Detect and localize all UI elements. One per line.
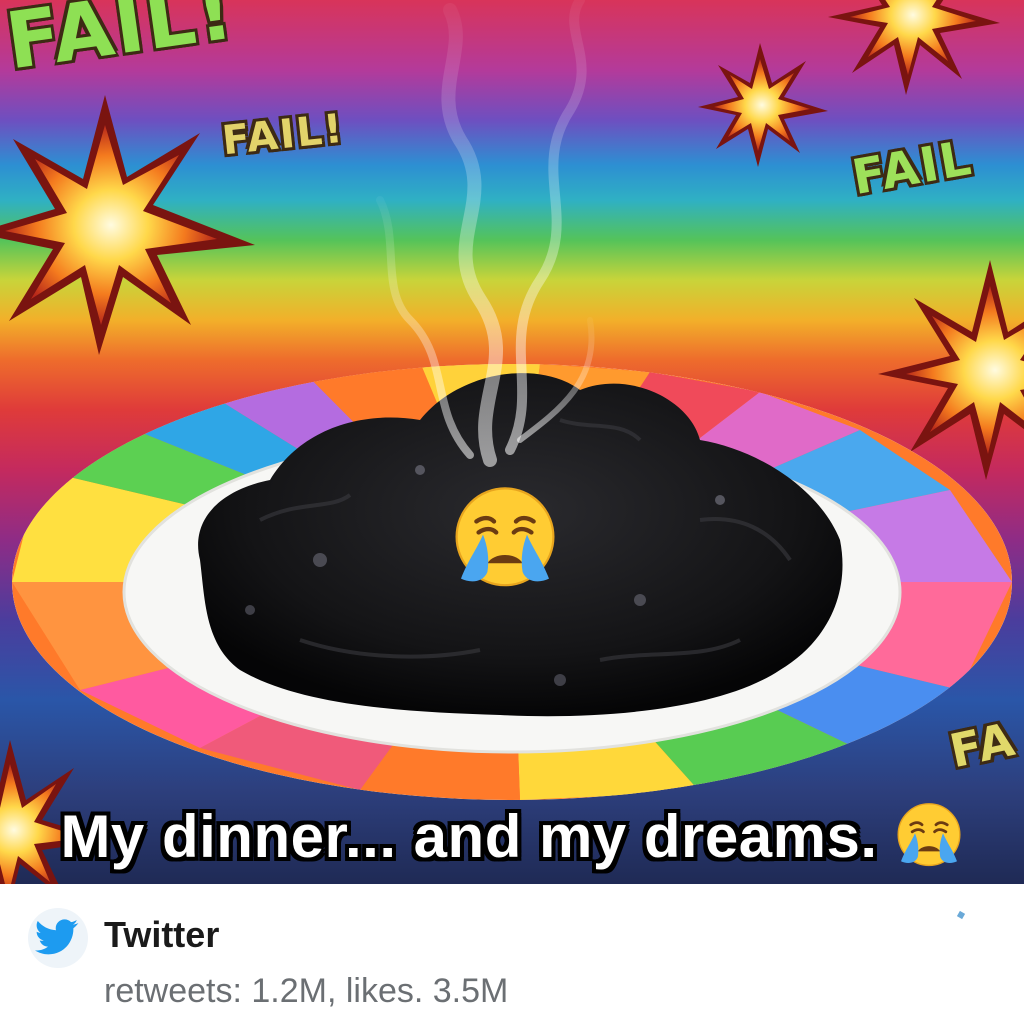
explosion-icon (698, 43, 828, 167)
explosion-icon (828, 0, 1000, 95)
meme-image: FAIL! FAIL! FAIL FA My dinner... and my … (0, 0, 1024, 884)
crying-face-icon (455, 487, 555, 587)
account-name[interactable]: Twitter (104, 914, 219, 956)
caption-text: My dinner... and my dreams. (60, 802, 878, 870)
tweet-stats: retweets: 1.2M, likes. 3.5M (104, 972, 509, 1010)
meme-scene (0, 0, 1024, 884)
crying-face-icon (897, 803, 961, 867)
meme-caption: My dinner... and my dreams. (0, 796, 1024, 876)
explosion-icon (0, 95, 255, 355)
twitter-bird-icon[interactable] (28, 908, 88, 968)
